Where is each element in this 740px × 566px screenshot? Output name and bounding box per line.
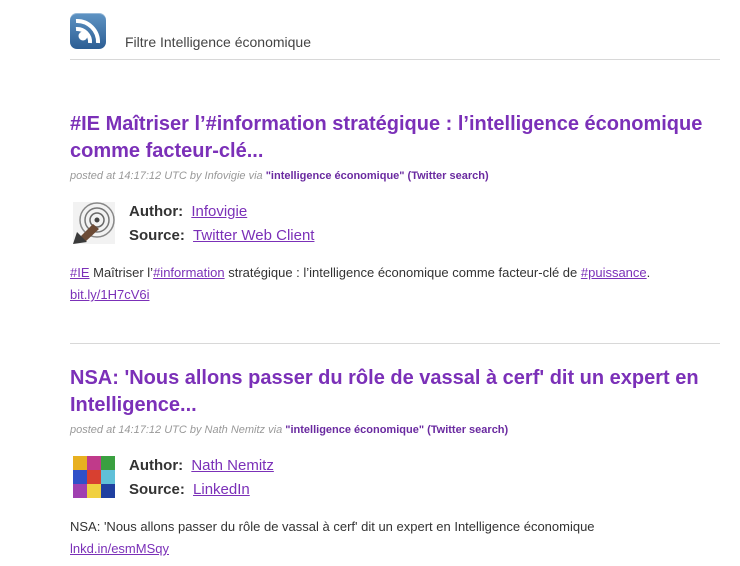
hashtag-link[interactable]: #puissance bbox=[581, 265, 647, 280]
feed-entry: NSA: 'Nous allons passer du rôle de vass… bbox=[70, 365, 720, 560]
source-link[interactable]: LinkedIn bbox=[193, 481, 250, 498]
author-label: Author: bbox=[129, 457, 184, 474]
pop-art-mosaic-avatar bbox=[73, 456, 115, 498]
author-info: Author: Infovigie Source: Twitter Web Cl… bbox=[129, 200, 314, 248]
meta-author: Nath Nemitz bbox=[204, 424, 266, 436]
entry-content: #IE Maîtriser l’#information stratégique… bbox=[70, 262, 720, 306]
entry-title-link[interactable]: NSA: 'Nous allons passer du rôle de vass… bbox=[70, 367, 699, 416]
content-text: NSA: 'Nous allons passer du rôle de vass… bbox=[70, 519, 595, 534]
entry-title-link[interactable]: #IE Maîtriser l’#information stratégique… bbox=[70, 113, 702, 162]
meta-posted-at: posted at 14:17:12 UTC by bbox=[70, 170, 202, 182]
source-row: Source: LinkedIn bbox=[129, 478, 274, 502]
meta-author: Infovigie bbox=[204, 170, 246, 182]
entry-title: #IE Maîtriser l’#information stratégique… bbox=[70, 111, 720, 165]
meta-posted-at: posted at 14:17:12 UTC by bbox=[70, 424, 202, 436]
short-url-link[interactable]: lnkd.in/esmMSqy bbox=[70, 541, 169, 556]
content-text: stratégique : l’intelligence économique … bbox=[224, 265, 581, 280]
entry-divider bbox=[70, 343, 720, 344]
author-row: Author: Infovigie bbox=[129, 200, 314, 224]
content-text: . bbox=[646, 265, 651, 280]
target-avatar bbox=[73, 202, 115, 244]
feed-entry: #IE Maîtriser l’#information stratégique… bbox=[70, 111, 720, 306]
hashtag-link[interactable]: #IE bbox=[70, 265, 90, 280]
author-box: Author: Nath Nemitz Source: LinkedIn bbox=[70, 454, 720, 504]
source-label: Source: bbox=[129, 227, 185, 244]
meta-via-label: via bbox=[248, 170, 263, 182]
feed-header: Filtre Intelligence économique bbox=[70, 13, 720, 60]
entry-meta: posted at 14:17:12 UTC by Infovigie via … bbox=[70, 170, 720, 182]
entry-content: NSA: 'Nous allons passer du rôle de vass… bbox=[70, 516, 720, 560]
feed-title: Filtre Intelligence économique bbox=[125, 34, 311, 50]
short-url-link[interactable]: bit.ly/1H7cV6i bbox=[70, 287, 149, 302]
author-label: Author: bbox=[129, 203, 184, 220]
meta-via-link[interactable]: "intelligence économique" (Twitter searc… bbox=[266, 170, 489, 182]
author-box: Author: Infovigie Source: Twitter Web Cl… bbox=[70, 200, 720, 250]
author-info: Author: Nath Nemitz Source: LinkedIn bbox=[129, 454, 274, 502]
source-link[interactable]: Twitter Web Client bbox=[193, 227, 314, 244]
source-label: Source: bbox=[129, 481, 185, 498]
entry-title: NSA: 'Nous allons passer du rôle de vass… bbox=[70, 365, 720, 419]
author-row: Author: Nath Nemitz bbox=[129, 454, 274, 478]
hashtag-link[interactable]: #information bbox=[153, 265, 225, 280]
meta-via-label: via bbox=[268, 424, 283, 436]
source-row: Source: Twitter Web Client bbox=[129, 224, 314, 248]
rss-icon[interactable] bbox=[70, 13, 106, 49]
author-link[interactable]: Infovigie bbox=[191, 203, 247, 220]
content-text: Maîtriser l’ bbox=[89, 265, 154, 280]
meta-via-link[interactable]: "intelligence économique" (Twitter searc… bbox=[285, 424, 508, 436]
entry-meta: posted at 14:17:12 UTC by Nath Nemitz vi… bbox=[70, 424, 720, 436]
author-link[interactable]: Nath Nemitz bbox=[191, 457, 274, 474]
